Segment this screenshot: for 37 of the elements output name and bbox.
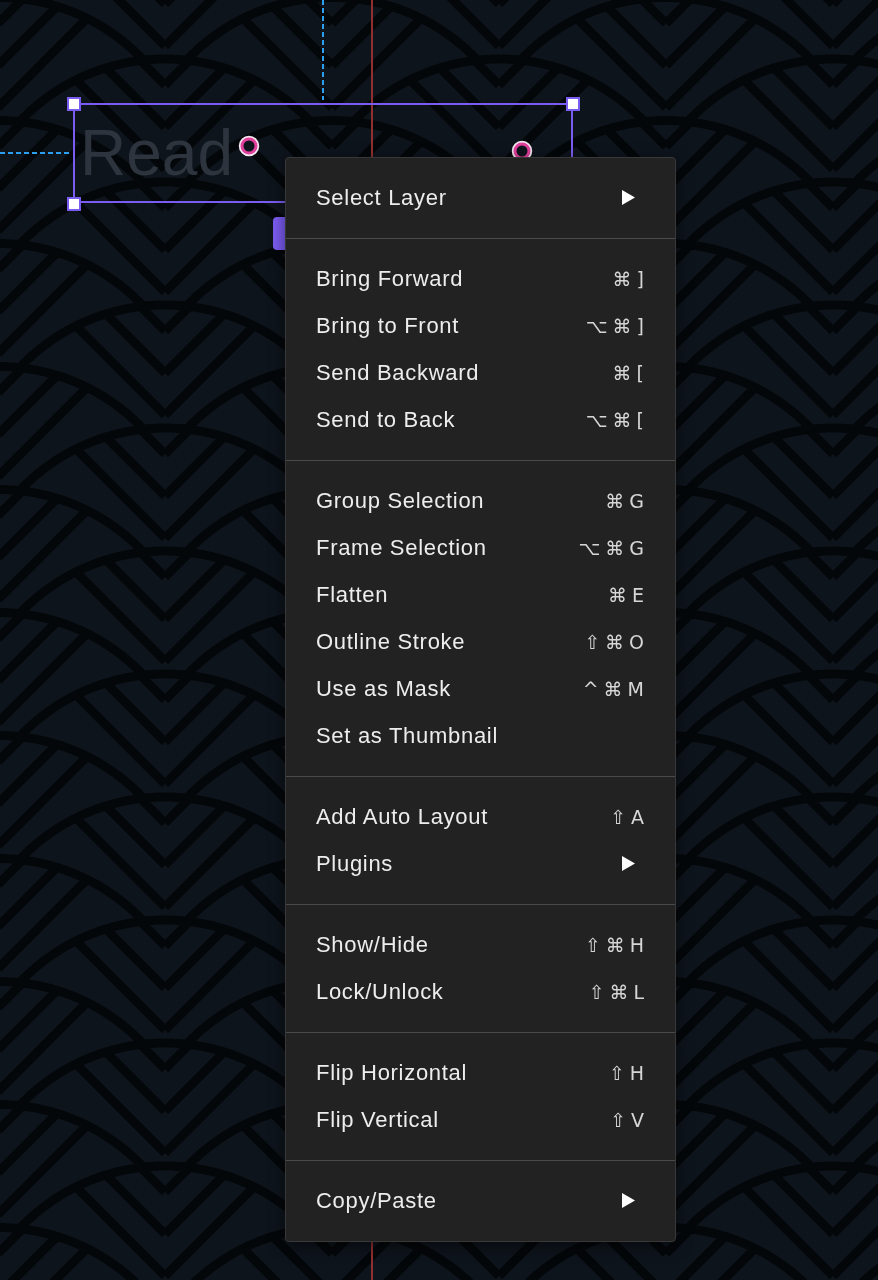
menu-item[interactable]: Send to Back ⌥⌘[ bbox=[286, 396, 675, 443]
shortcut-text: ⌘[ bbox=[612, 361, 649, 384]
menu-item[interactable]: Plugins bbox=[286, 840, 675, 887]
menu-item[interactable]: Lock/Unlock ⇧⌘L bbox=[286, 968, 675, 1015]
shortcut-text: ⇧⌘H bbox=[584, 933, 649, 956]
menu-item[interactable]: Bring Forward ⌘] bbox=[286, 255, 675, 302]
shortcut-text: ⇧H bbox=[608, 1061, 649, 1084]
shortcut-text: ⌥⌘] bbox=[585, 314, 649, 337]
shortcut-text: ^⌘M bbox=[582, 677, 649, 700]
menu-item[interactable]: Send Backward ⌘[ bbox=[286, 349, 675, 396]
shortcut-text: ⌘] bbox=[612, 267, 649, 290]
menu-item[interactable]: Use as Mask ^⌘M bbox=[286, 665, 675, 712]
shortcut-text: ⇧A bbox=[610, 805, 649, 828]
menu-item[interactable]: Flip Horizontal ⇧H bbox=[286, 1049, 675, 1096]
resize-handle-icon[interactable] bbox=[566, 97, 580, 111]
shortcut-text: ⌥⌘G bbox=[578, 536, 649, 559]
menu-item[interactable]: Set as Thumbnail bbox=[286, 712, 675, 759]
menu-item[interactable]: Group Selection ⌘G bbox=[286, 477, 675, 524]
menu-item[interactable]: Flatten ⌘E bbox=[286, 571, 675, 618]
menu-item[interactable]: Show/Hide ⇧⌘H bbox=[286, 921, 675, 968]
menu-item[interactable]: Frame Selection ⌥⌘G bbox=[286, 524, 675, 571]
radius-handle-icon[interactable] bbox=[238, 135, 260, 157]
menu-item[interactable]: Select Layer bbox=[286, 174, 675, 221]
menu-item[interactable]: Copy/Paste bbox=[286, 1177, 675, 1224]
shortcut-text: ⇧V bbox=[610, 1108, 649, 1131]
menu-item[interactable]: Flip Vertical ⇧V bbox=[286, 1096, 675, 1143]
shortcut-text: ⇧⌘O bbox=[584, 630, 649, 653]
shortcut-text: ⌘E bbox=[608, 583, 649, 606]
resize-handle-icon[interactable] bbox=[67, 197, 81, 211]
shortcut-text: ⌥⌘[ bbox=[585, 408, 649, 431]
menu-item[interactable]: Outline Stroke ⇧⌘O bbox=[286, 618, 675, 665]
shortcut-text: ⇧⌘L bbox=[588, 980, 649, 1003]
spacing-guide-line bbox=[0, 152, 71, 154]
resize-handle-icon[interactable] bbox=[67, 97, 81, 111]
menu-item[interactable]: Add Auto Layout ⇧A bbox=[286, 793, 675, 840]
shortcut-text: ⌘G bbox=[605, 489, 649, 512]
menu-item[interactable]: Bring to Front ⌥⌘] bbox=[286, 302, 675, 349]
